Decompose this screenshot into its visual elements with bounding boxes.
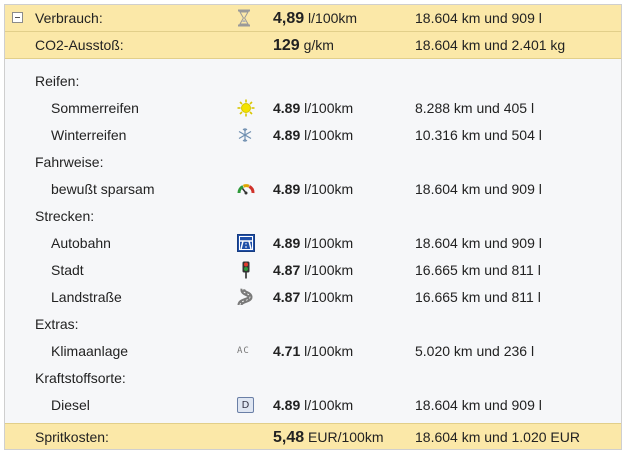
consumption-label: Verbrauch: (35, 10, 103, 26)
item-row-winter-tires: Winterreifen 4.89 l/100km 10.316 km und … (5, 122, 621, 149)
category-label: Extras: (35, 316, 79, 332)
diesel-icon: D (237, 392, 255, 419)
item-distance: 18.604 km und 909 l (415, 181, 542, 197)
fuel-cost-row: Spritkosten: 5,48 EUR/100km 18.604 km un… (5, 423, 621, 449)
consumption-statistics-panel: Verbrauch: 4,89 l/100km 18.604 km und 90… (4, 4, 622, 450)
item-unit: l/100km (304, 397, 354, 413)
item-row-city: Stadt 4.87 l/100km 16.665 km und 811 l (5, 257, 621, 284)
hourglass-icon (237, 5, 255, 32)
eco-gauge-icon (237, 176, 255, 203)
item-unit: l/100km (304, 181, 354, 197)
fuel-cost-distance: 18.604 km und 1.020 EUR (415, 429, 580, 445)
item-distance: 18.604 km und 909 l (415, 397, 542, 413)
item-row-economical: bewußt sparsam 4.89 l/100km 18.604 km un… (5, 176, 621, 203)
item-value: 4.89 l/100km (273, 100, 354, 116)
item-distance: 10.316 km und 504 l (415, 127, 542, 143)
item-distance: 18.604 km und 909 l (415, 235, 542, 251)
item-unit: l/100km (304, 262, 354, 278)
category-row-extras: Extras: (5, 311, 621, 338)
item-value: 4.87 l/100km (273, 262, 354, 278)
item-row-diesel: Diesel D 4.89 l/100km 18.604 km und 909 … (5, 392, 621, 419)
co2-distance: 18.604 km und 2.401 kg (415, 37, 566, 53)
item-label: Winterreifen (51, 127, 127, 143)
item-value: 4.89 l/100km (273, 397, 354, 413)
collapse-toggle-icon[interactable] (12, 12, 23, 23)
winding-road-icon (237, 284, 255, 311)
item-row-summer-tires: Sommerreifen 4.89 l/100km 8.288 km und 4… (5, 95, 621, 122)
item-value: 4.71 l/100km (273, 343, 354, 359)
item-value: 4.89 l/100km (273, 127, 354, 143)
category-label: Fahrweise: (35, 154, 104, 170)
item-value: 4.89 l/100km (273, 181, 354, 197)
item-distance: 5.020 km und 236 l (415, 343, 535, 359)
category-label: Strecken: (35, 208, 95, 224)
category-label: Kraftstoffsorte: (35, 370, 126, 386)
consumption-row: Verbrauch: 4,89 l/100km 18.604 km und 90… (5, 5, 621, 32)
category-row-fuel-type: Kraftstoffsorte: (5, 365, 621, 392)
consumption-distance: 18.604 km und 909 l (415, 10, 542, 26)
fuel-cost-label: Spritkosten: (35, 429, 109, 445)
snowflake-icon (237, 122, 255, 149)
item-unit: l/100km (304, 100, 354, 116)
consumption-value: 4,89 l/100km (273, 10, 358, 27)
item-distance: 8.288 km und 405 l (415, 100, 535, 116)
item-label: Stadt (51, 262, 84, 278)
item-distance: 16.665 km und 811 l (415, 262, 541, 278)
item-unit: l/100km (304, 235, 354, 251)
co2-unit: g/km (303, 37, 334, 53)
co2-label: CO2-Ausstoß: (35, 37, 124, 53)
ac-icon-text: AC (237, 346, 250, 356)
fuel-cost-unit: EUR/100km (308, 429, 384, 445)
diesel-icon-badge: D (237, 397, 254, 413)
category-label: Reifen: (35, 73, 80, 89)
item-label: Landstraße (51, 289, 122, 305)
item-value: 4.87 l/100km (273, 289, 354, 305)
co2-value: 129 g/km (273, 37, 334, 54)
co2-row: CO2-Ausstoß: 129 g/km 18.604 km und 2.40… (5, 32, 621, 59)
category-row-routes: Strecken: (5, 203, 621, 230)
item-label: Klimaanlage (51, 343, 129, 359)
item-label: bewußt sparsam (51, 181, 155, 197)
highway-icon (237, 230, 255, 257)
category-row-tires: Reifen: (5, 68, 621, 95)
fuel-cost-value: 5,48 EUR/100km (273, 429, 384, 446)
item-unit: l/100km (304, 343, 354, 359)
category-row-driving-style: Fahrweise: (5, 149, 621, 176)
item-distance: 16.665 km und 811 l (415, 289, 541, 305)
ac-icon: AC (237, 338, 255, 365)
item-row-air-conditioning: Klimaanlage AC 4.71 l/100km 5.020 km und… (5, 338, 621, 365)
item-row-highway: Autobahn 4.89 l/100km 18.604 km und 909 … (5, 230, 621, 257)
item-unit: l/100km (304, 289, 354, 305)
item-label: Autobahn (51, 235, 111, 251)
item-row-country-road: Landstraße 4.87 l/100km 16.665 km und 81… (5, 284, 621, 311)
sun-icon (237, 95, 255, 122)
item-value: 4.89 l/100km (273, 235, 354, 251)
consumption-unit: l/100km (308, 10, 358, 26)
item-label: Diesel (51, 397, 90, 413)
traffic-light-icon (237, 257, 255, 284)
item-label: Sommerreifen (51, 100, 139, 116)
item-unit: l/100km (304, 127, 354, 143)
